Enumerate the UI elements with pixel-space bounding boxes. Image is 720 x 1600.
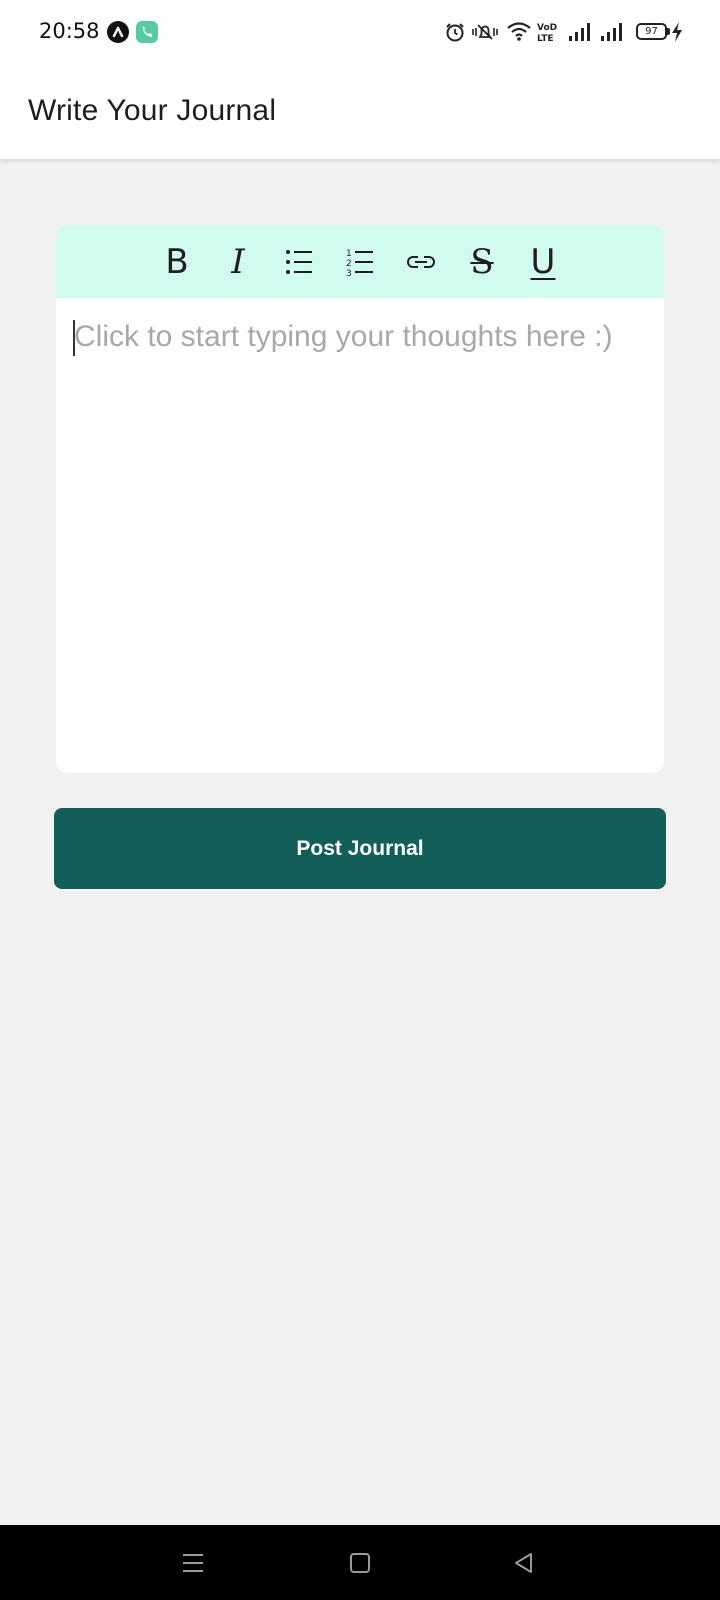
strikethrough-icon: S — [470, 241, 494, 282]
numbered-list-button[interactable]: 1 2 3 — [330, 237, 391, 287]
underline-icon: U — [530, 241, 556, 282]
battery-tip — [667, 28, 670, 35]
bullet-list-button[interactable] — [269, 237, 330, 287]
svg-text:VoD: VoD — [537, 23, 557, 33]
menu-icon — [183, 1553, 203, 1572]
bold-button[interactable]: B — [147, 237, 208, 287]
system-nav-bar — [0, 1525, 720, 1600]
italic-icon: I — [231, 241, 245, 282]
link-icon — [407, 255, 435, 268]
page-title: Write Your Journal — [28, 94, 277, 127]
signal-icon — [601, 23, 622, 41]
bullet-list-icon — [286, 249, 312, 274]
home-button[interactable] — [320, 1525, 400, 1600]
phone-notification-icon — [136, 21, 158, 43]
editor-placeholder: Click to start typing your thoughts here… — [74, 320, 613, 353]
svg-text:LTE: LTE — [537, 34, 554, 44]
alarm-icon — [446, 23, 464, 42]
status-bar: 20:58 VoD LTE 97 — [0, 0, 720, 64]
status-time: 20:58 — [39, 19, 100, 43]
back-button[interactable] — [483, 1525, 563, 1600]
italic-button[interactable]: I — [208, 237, 269, 287]
strikethrough-button[interactable]: S — [452, 237, 513, 287]
vibrate-icon — [472, 24, 498, 40]
bold-icon: B — [165, 241, 189, 282]
volte-icon: VoDLTE — [537, 23, 557, 44]
journal-editor: B I 1 2 3 S U Click to start typing your… — [55, 224, 665, 774]
svg-text:2: 2 — [346, 259, 352, 269]
charging-icon — [672, 22, 682, 42]
formatting-toolbar: B I 1 2 3 S U — [56, 225, 664, 298]
link-button[interactable] — [391, 237, 452, 287]
wifi-icon — [507, 22, 531, 41]
journal-text-area[interactable]: Click to start typing your thoughts here… — [56, 298, 664, 773]
underline-button[interactable]: U — [513, 237, 574, 287]
home-icon — [350, 1552, 370, 1573]
svg-text:1: 1 — [346, 249, 352, 259]
app-notification-icon — [107, 21, 129, 43]
recents-button[interactable] — [153, 1525, 233, 1600]
svg-text:3: 3 — [346, 269, 352, 277]
post-journal-button[interactable]: Post Journal — [54, 808, 666, 889]
app-bar: Write Your Journal — [0, 64, 720, 159]
back-icon — [515, 1552, 532, 1573]
battery-icon: 97 — [636, 23, 667, 40]
signal-icon — [569, 23, 590, 41]
text-cursor — [73, 320, 75, 356]
numbered-list-icon: 1 2 3 — [346, 249, 373, 277]
